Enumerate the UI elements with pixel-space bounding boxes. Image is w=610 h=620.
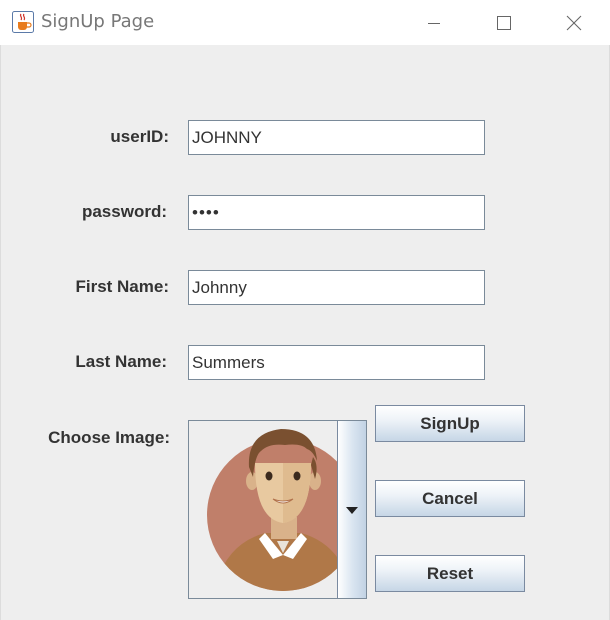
- maximize-icon: [497, 15, 511, 30]
- signup-button[interactable]: SignUp: [375, 405, 525, 442]
- selected-image: [189, 421, 338, 598]
- title-bar[interactable]: SignUp Page: [0, 0, 610, 45]
- first-name-field[interactable]: Johnny: [188, 270, 485, 305]
- password-field[interactable]: ••••: [188, 195, 485, 230]
- last-name-label: Last Name:: [75, 352, 167, 371]
- reset-button[interactable]: Reset: [375, 555, 525, 592]
- male-avatar-icon: [207, 429, 338, 591]
- java-cup-icon: [12, 11, 34, 33]
- chevron-down-icon: [346, 507, 358, 514]
- close-button[interactable]: [551, 0, 597, 45]
- choose-image-label: Choose Image:: [48, 428, 170, 447]
- window-title: SignUp Page: [41, 11, 155, 32]
- close-icon: [566, 15, 582, 30]
- password-label: password:: [81, 202, 167, 221]
- last-name-field[interactable]: Summers: [188, 345, 485, 380]
- maximize-button[interactable]: [481, 0, 527, 45]
- cancel-button[interactable]: Cancel: [375, 480, 525, 517]
- minimize-button[interactable]: [411, 0, 457, 45]
- first-name-label: First Name:: [75, 277, 169, 296]
- combo-dropdown-button[interactable]: [337, 421, 366, 598]
- userid-field[interactable]: JOHNNY: [188, 120, 485, 155]
- minimize-icon: [428, 22, 440, 24]
- image-combo-box[interactable]: [188, 420, 367, 599]
- userid-label: userID:: [110, 127, 169, 146]
